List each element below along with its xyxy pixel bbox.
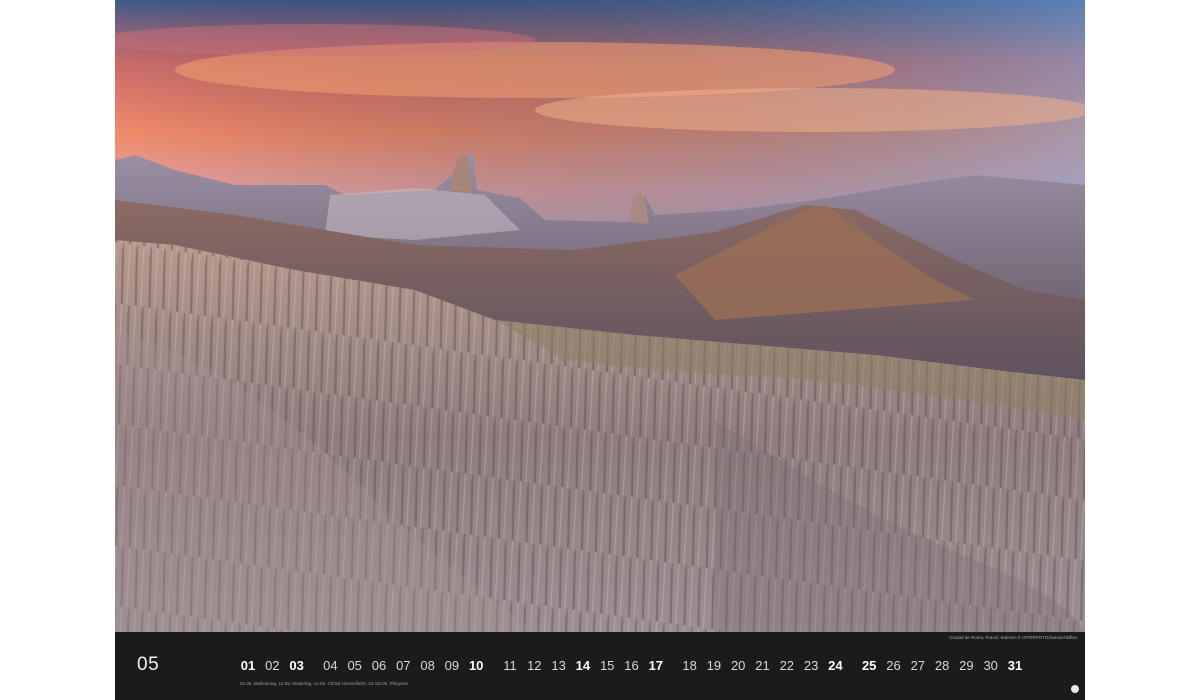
day-25: 25	[861, 658, 877, 673]
day-10: 10	[468, 658, 484, 673]
day-03: 03	[289, 658, 304, 673]
day-16: 16	[624, 658, 639, 673]
calendar-page: Ciudad de Roma, Potosí, Bolivien © INTER…	[115, 0, 1085, 700]
day-row: 01 02 03 04 05 06 07 08 09 10 11 12 13 14 15 16 17 18 19 20…	[115, 657, 1085, 677]
day-14: 14	[575, 658, 591, 673]
day-28: 28	[934, 658, 950, 673]
calendar-footer: Ciudad de Roma, Potosí, Bolivien © INTER…	[115, 632, 1085, 700]
day-18: 18	[682, 658, 697, 673]
day-26: 26	[886, 658, 901, 673]
badlands-sunset-image	[115, 0, 1085, 632]
day-20: 20	[730, 658, 746, 673]
day-08: 08	[420, 658, 435, 673]
day-11: 11	[503, 658, 517, 673]
day-22: 22	[779, 658, 795, 673]
day-24: 24	[828, 658, 843, 673]
day-30: 30	[983, 658, 998, 673]
day-06: 06	[371, 658, 387, 673]
day-31: 31	[1007, 658, 1023, 673]
day-17: 17	[648, 658, 664, 673]
day-29: 29	[959, 658, 974, 673]
day-01: 01	[240, 658, 256, 673]
day-13: 13	[551, 658, 566, 673]
photo-credit: Ciudad de Roma, Potosí, Bolivien © INTER…	[949, 635, 1077, 640]
day-05: 05	[347, 658, 362, 673]
day-09: 09	[444, 658, 460, 673]
day-19: 19	[706, 658, 722, 673]
holidays-note: 01.05. Maifeiertag, 10.05. Muttertag, 14…	[240, 681, 409, 686]
day-15: 15	[599, 658, 615, 673]
day-23: 23	[803, 658, 819, 673]
day-27: 27	[910, 658, 926, 673]
day-07: 07	[396, 658, 411, 673]
day-04: 04	[323, 658, 338, 673]
day-02: 02	[265, 658, 280, 673]
day-21: 21	[755, 658, 770, 673]
page-marker-icon	[1071, 685, 1079, 693]
day-12: 12	[527, 658, 542, 673]
landscape-photo	[115, 0, 1085, 632]
